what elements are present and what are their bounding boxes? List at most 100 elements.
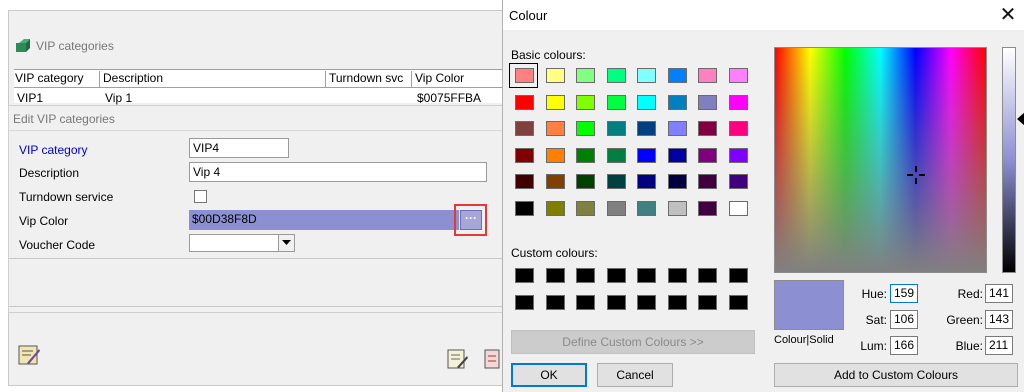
colour-swatch[interactable] [637, 174, 656, 189]
colour-swatch[interactable] [515, 268, 534, 283]
colour-swatch[interactable] [515, 174, 534, 189]
colour-swatch[interactable] [637, 200, 656, 216]
colour-swatch[interactable] [576, 94, 595, 110]
colour-swatch[interactable] [637, 147, 656, 163]
colour-swatch[interactable] [545, 174, 565, 189]
colour-swatch[interactable] [698, 147, 717, 163]
vip-grid[interactable]: VIP category Description Turndown svc Vi… [14, 69, 504, 105]
add-to-custom-colours-button[interactable]: Add to Custom Colours [774, 363, 1018, 387]
colour-swatch[interactable] [606, 68, 626, 83]
colour-swatch[interactable] [545, 294, 565, 310]
colour-spectrum[interactable] [774, 47, 987, 273]
green-field[interactable]: 143 [985, 310, 1013, 329]
colour-swatch[interactable] [637, 121, 656, 136]
red-field[interactable]: 141 [985, 284, 1013, 303]
blue-field[interactable]: 211 [985, 336, 1013, 355]
colour-swatch[interactable] [728, 268, 748, 283]
voucher-code-dropdown[interactable] [189, 234, 295, 252]
sat-field[interactable]: 106 [890, 310, 918, 329]
colour-preview [774, 280, 844, 330]
colour-swatch[interactable] [606, 294, 626, 310]
colour-swatch[interactable] [667, 94, 687, 110]
colour-swatch[interactable] [606, 147, 626, 163]
chevron-down-icon[interactable] [278, 235, 294, 251]
lum-field[interactable]: 166 [890, 336, 918, 355]
colour-swatch[interactable] [576, 121, 595, 136]
vip-categories-icon [16, 39, 30, 52]
colour-swatch[interactable] [728, 121, 748, 136]
colour-dialog: Colour ✕ Basic colours: Custom colours: … [502, 0, 1024, 392]
column-turndown-svc[interactable]: Turndown svc [328, 71, 412, 87]
colour-swatch[interactable] [576, 68, 595, 83]
divider [9, 258, 503, 259]
colour-swatch[interactable] [698, 174, 717, 189]
vip-category-field[interactable]: VIP4 [189, 138, 289, 158]
column-vip-category[interactable]: VIP category [14, 71, 100, 87]
colour-swatch[interactable] [728, 147, 748, 163]
colour-swatch[interactable] [606, 174, 626, 189]
colour-swatch[interactable] [576, 268, 595, 283]
hue-field[interactable]: 159 [890, 284, 918, 303]
colour-swatch[interactable] [606, 268, 626, 283]
colour-swatch[interactable] [667, 121, 687, 136]
ok-button[interactable]: OK [511, 363, 587, 387]
basic-colours-label: Basic colours: [511, 48, 586, 62]
colour-swatch[interactable] [667, 294, 687, 310]
colour-swatch[interactable] [667, 174, 687, 189]
colour-swatch[interactable] [698, 68, 717, 83]
colour-swatch[interactable] [545, 94, 565, 110]
close-icon[interactable]: ✕ [998, 4, 1018, 26]
define-custom-colours-button[interactable]: Define Custom Colours >> [511, 330, 755, 354]
delete-record-icon[interactable] [483, 347, 501, 371]
colour-swatch[interactable] [637, 294, 656, 310]
column-vip-color[interactable]: Vip Color [414, 71, 504, 87]
colour-swatch[interactable] [545, 147, 565, 163]
colour-swatch[interactable] [667, 147, 687, 163]
luminosity-arrow-icon[interactable] [1017, 112, 1024, 126]
colour-swatch[interactable] [728, 68, 748, 83]
colour-swatch[interactable] [698, 121, 717, 136]
colour-swatch[interactable] [606, 200, 626, 216]
colour-swatch[interactable] [515, 68, 534, 83]
edit-tool-icon[interactable] [17, 343, 41, 367]
colour-swatch[interactable] [606, 94, 626, 110]
cancel-button[interactable]: Cancel [597, 363, 673, 387]
colour-swatch[interactable] [728, 94, 748, 110]
colour-swatch[interactable] [545, 268, 565, 283]
colour-swatch[interactable] [576, 200, 595, 216]
colour-swatch[interactable] [728, 174, 748, 189]
colour-swatch[interactable] [667, 268, 687, 283]
colour-swatch[interactable] [637, 268, 656, 283]
colour-swatch[interactable] [545, 68, 565, 83]
colour-swatch[interactable] [515, 94, 534, 110]
colour-swatch[interactable] [515, 294, 534, 310]
colour-swatch[interactable] [515, 121, 534, 136]
column-description[interactable]: Description [102, 71, 326, 87]
colour-swatch[interactable] [576, 174, 595, 189]
colour-swatch[interactable] [728, 294, 748, 310]
new-record-icon[interactable] [445, 347, 469, 371]
vip-color-field[interactable]: $00D38F8D [189, 210, 459, 230]
colour-swatch[interactable] [698, 294, 717, 310]
colour-swatch[interactable] [637, 68, 656, 83]
colour-swatch[interactable] [698, 268, 717, 283]
colour-swatch[interactable] [545, 200, 565, 216]
colour-swatch[interactable] [667, 200, 687, 216]
colour-swatch[interactable] [515, 200, 534, 216]
table-row[interactable]: VIP1 Vip 1 $0075FFBA [14, 90, 504, 105]
colour-swatch[interactable] [698, 200, 717, 216]
colour-swatch[interactable] [728, 200, 748, 216]
colour-swatch[interactable] [637, 94, 656, 110]
colour-swatch[interactable] [576, 294, 595, 310]
voucher-code-label: Voucher Code [19, 238, 96, 252]
colour-swatch[interactable] [606, 121, 626, 136]
colour-swatch[interactable] [515, 147, 534, 163]
luminosity-slider[interactable] [1002, 47, 1016, 273]
colour-swatch[interactable] [698, 94, 717, 110]
colour-swatch[interactable] [545, 121, 565, 136]
colour-swatch[interactable] [667, 68, 687, 83]
description-field[interactable]: Vip 4 [189, 162, 487, 182]
vip-category-label: VIP category [19, 143, 88, 157]
turndown-checkbox[interactable] [194, 190, 207, 203]
colour-swatch[interactable] [576, 147, 595, 163]
